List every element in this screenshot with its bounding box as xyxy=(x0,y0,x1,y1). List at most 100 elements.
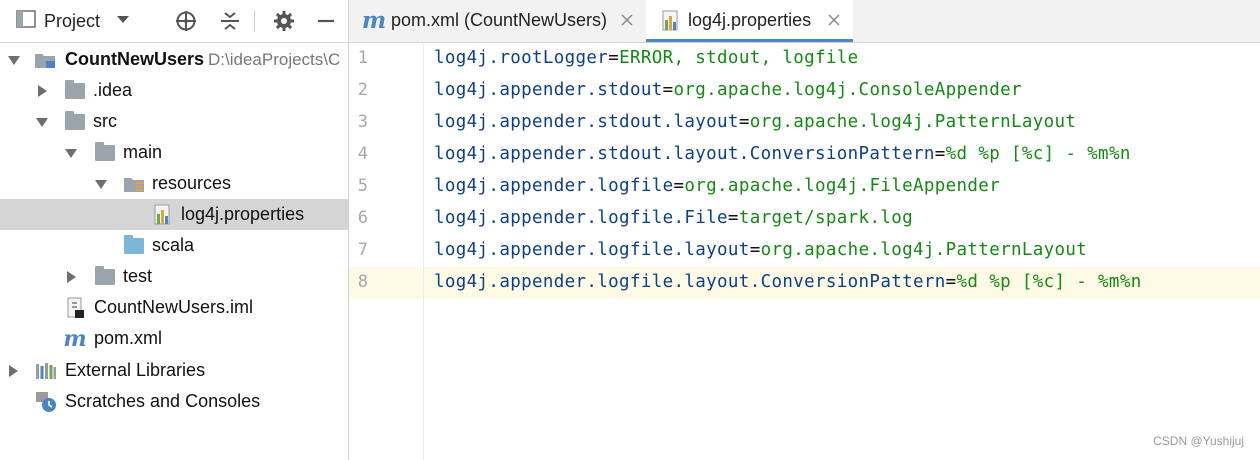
code-line-text: log4j.appender.logfile.layout.Conversion… xyxy=(434,272,1142,292)
tree-item-main[interactable]: main xyxy=(0,137,348,168)
tree-item-scratches[interactable]: Scratches and Consoles xyxy=(0,386,348,417)
tree-item-external-libraries[interactable]: External Libraries xyxy=(0,355,348,386)
close-icon[interactable] xyxy=(619,12,635,28)
properties-file-icon xyxy=(152,204,174,226)
equals-sign: = xyxy=(662,80,674,100)
tree-item-label: main xyxy=(123,142,163,162)
tree-item-label: scala xyxy=(152,235,195,255)
property-value: org.apache.log4j.ConsoleAppender xyxy=(673,80,1022,100)
module-folder-icon xyxy=(34,49,56,71)
collapse-all-icon[interactable] xyxy=(218,9,242,33)
property-value: %d %p [%c] - %m%n xyxy=(956,272,1142,292)
code-line[interactable]: log4j.appender.stdout.layout.ConversionP… xyxy=(424,139,1260,171)
scratches-icon xyxy=(35,391,57,413)
line-number-row: 5 xyxy=(349,171,423,203)
expanded-arrow-icon[interactable] xyxy=(64,146,78,160)
line-number: 4 xyxy=(357,144,368,164)
tree-item-label: pom.xml xyxy=(94,328,163,348)
code-line[interactable]: log4j.appender.stdout=org.apache.log4j.C… xyxy=(424,75,1260,107)
code-text-area[interactable]: log4j.rootLogger=ERROR, stdout, logfile l… xyxy=(424,43,1260,460)
code-line[interactable]: log4j.appender.logfile.File=target/spark… xyxy=(424,203,1260,235)
tab-label: log4j.properties xyxy=(688,10,812,30)
expanded-arrow-icon[interactable] xyxy=(94,177,108,191)
property-value: target/spark.log xyxy=(738,208,913,228)
project-window-icon xyxy=(16,9,36,33)
line-number: 2 xyxy=(357,80,368,100)
properties-file-icon xyxy=(660,10,682,32)
tree-item-scala[interactable]: scala xyxy=(0,230,348,261)
folder-icon xyxy=(64,110,86,133)
hide-panel-icon[interactable] xyxy=(314,9,338,33)
code-line[interactable]: log4j.appender.logfile=org.apache.log4j.… xyxy=(424,171,1260,203)
code-line[interactable]: log4j.appender.logfile.layout.Conversion… xyxy=(424,267,1260,299)
tree-item-countnewusers[interactable]: CountNewUsers D:\ideaProjects\C xyxy=(0,44,348,75)
gear-icon[interactable] xyxy=(272,9,296,33)
tree-item-iml[interactable]: CountNewUsers.iml xyxy=(0,292,348,323)
toolbar-divider xyxy=(254,10,255,32)
close-icon[interactable] xyxy=(826,12,842,28)
line-number: 5 xyxy=(357,176,368,196)
tree-item-log4j-properties[interactable]: log4j.properties xyxy=(0,199,348,230)
code-line-text: log4j.rootLogger=ERROR, stdout, logfile xyxy=(434,48,859,68)
tab-label: pom.xml (CountNewUsers) xyxy=(391,10,608,30)
line-number-row: 2 xyxy=(349,75,423,107)
line-number-row: 8 xyxy=(349,267,423,299)
tree-item-test[interactable]: test xyxy=(0,261,348,292)
line-number-gutter: 1 2 3 4 5 6 7 8 xyxy=(349,43,424,460)
line-number-row: 7 xyxy=(349,235,423,267)
line-number-row: 3 xyxy=(349,107,423,139)
tree-item-label: Scratches and Consoles xyxy=(65,391,261,411)
collapsed-arrow-icon[interactable] xyxy=(64,270,78,284)
libraries-icon xyxy=(35,360,57,382)
tree-item-label: CountNewUsers xyxy=(65,49,205,69)
tree-item-label: test xyxy=(123,266,153,286)
expanded-arrow-icon[interactable] xyxy=(7,53,21,67)
property-value: ERROR, stdout, logfile xyxy=(619,48,859,68)
tree-item-idea[interactable]: .idea xyxy=(0,75,348,106)
project-view-selector[interactable]: Project xyxy=(16,9,130,33)
code-line[interactable]: log4j.appender.stdout.layout=org.apache.… xyxy=(424,107,1260,139)
resources-folder-icon xyxy=(123,173,145,195)
expanded-arrow-icon[interactable] xyxy=(35,115,49,129)
tree-item-resources[interactable]: resources xyxy=(0,168,348,199)
tree-item-label: resources xyxy=(152,173,232,193)
folder-icon xyxy=(64,79,86,102)
property-key: log4j.appender.stdout xyxy=(434,80,663,100)
chevron-down-icon[interactable] xyxy=(116,12,130,30)
editor-area: m pom.xml (CountNewUsers) log4j.properti… xyxy=(349,0,1260,460)
line-number-row: 4 xyxy=(349,139,423,171)
collapsed-arrow-icon[interactable] xyxy=(6,364,20,378)
tree-item-label: src xyxy=(93,111,117,131)
tree-item-src[interactable]: src xyxy=(0,106,348,137)
code-line[interactable]: log4j.appender.logfile.layout=org.apache… xyxy=(424,235,1260,267)
property-key: log4j.appender.logfile xyxy=(434,176,674,196)
property-value: org.apache.log4j.FileAppender xyxy=(684,176,1001,196)
tab-log4j-properties[interactable]: log4j.properties xyxy=(646,0,853,42)
equals-sign: = xyxy=(934,144,946,164)
code-line-text: log4j.appender.stdout.layout=org.apache.… xyxy=(434,112,1076,132)
line-number-row: 6 xyxy=(349,203,423,235)
equals-sign: = xyxy=(749,240,761,260)
property-key: log4j.rootLogger xyxy=(434,48,609,68)
folder-icon xyxy=(94,141,116,164)
tree-item-label: External Libraries xyxy=(65,360,206,380)
watermark: CSDN @Yushijuj xyxy=(1153,434,1244,448)
maven-icon: m xyxy=(63,325,87,352)
code-line[interactable]: log4j.rootLogger=ERROR, stdout, logfile xyxy=(424,43,1260,75)
tree-item-label: log4j.properties xyxy=(181,204,305,224)
tree-item-label: .idea xyxy=(93,80,133,100)
collapsed-arrow-icon[interactable] xyxy=(35,84,49,98)
equals-sign: = xyxy=(727,208,739,228)
maven-icon: m xyxy=(361,7,387,34)
tab-pom-xml[interactable]: m pom.xml (CountNewUsers) xyxy=(349,0,644,42)
locate-file-icon[interactable] xyxy=(174,9,198,33)
equals-sign: = xyxy=(608,48,620,68)
line-number-row: 1 xyxy=(349,43,423,75)
source-folder-icon xyxy=(123,234,145,257)
tree-item-label: CountNewUsers.iml xyxy=(94,297,254,317)
tree-item-pom-xml[interactable]: m pom.xml xyxy=(0,323,348,354)
property-key: log4j.appender.logfile.layout.Conversion… xyxy=(434,272,946,292)
equals-sign: = xyxy=(945,272,957,292)
code-line-text: log4j.appender.stdout.layout.ConversionP… xyxy=(434,144,1131,164)
property-value: %d %p [%c] - %m%n xyxy=(945,144,1131,164)
